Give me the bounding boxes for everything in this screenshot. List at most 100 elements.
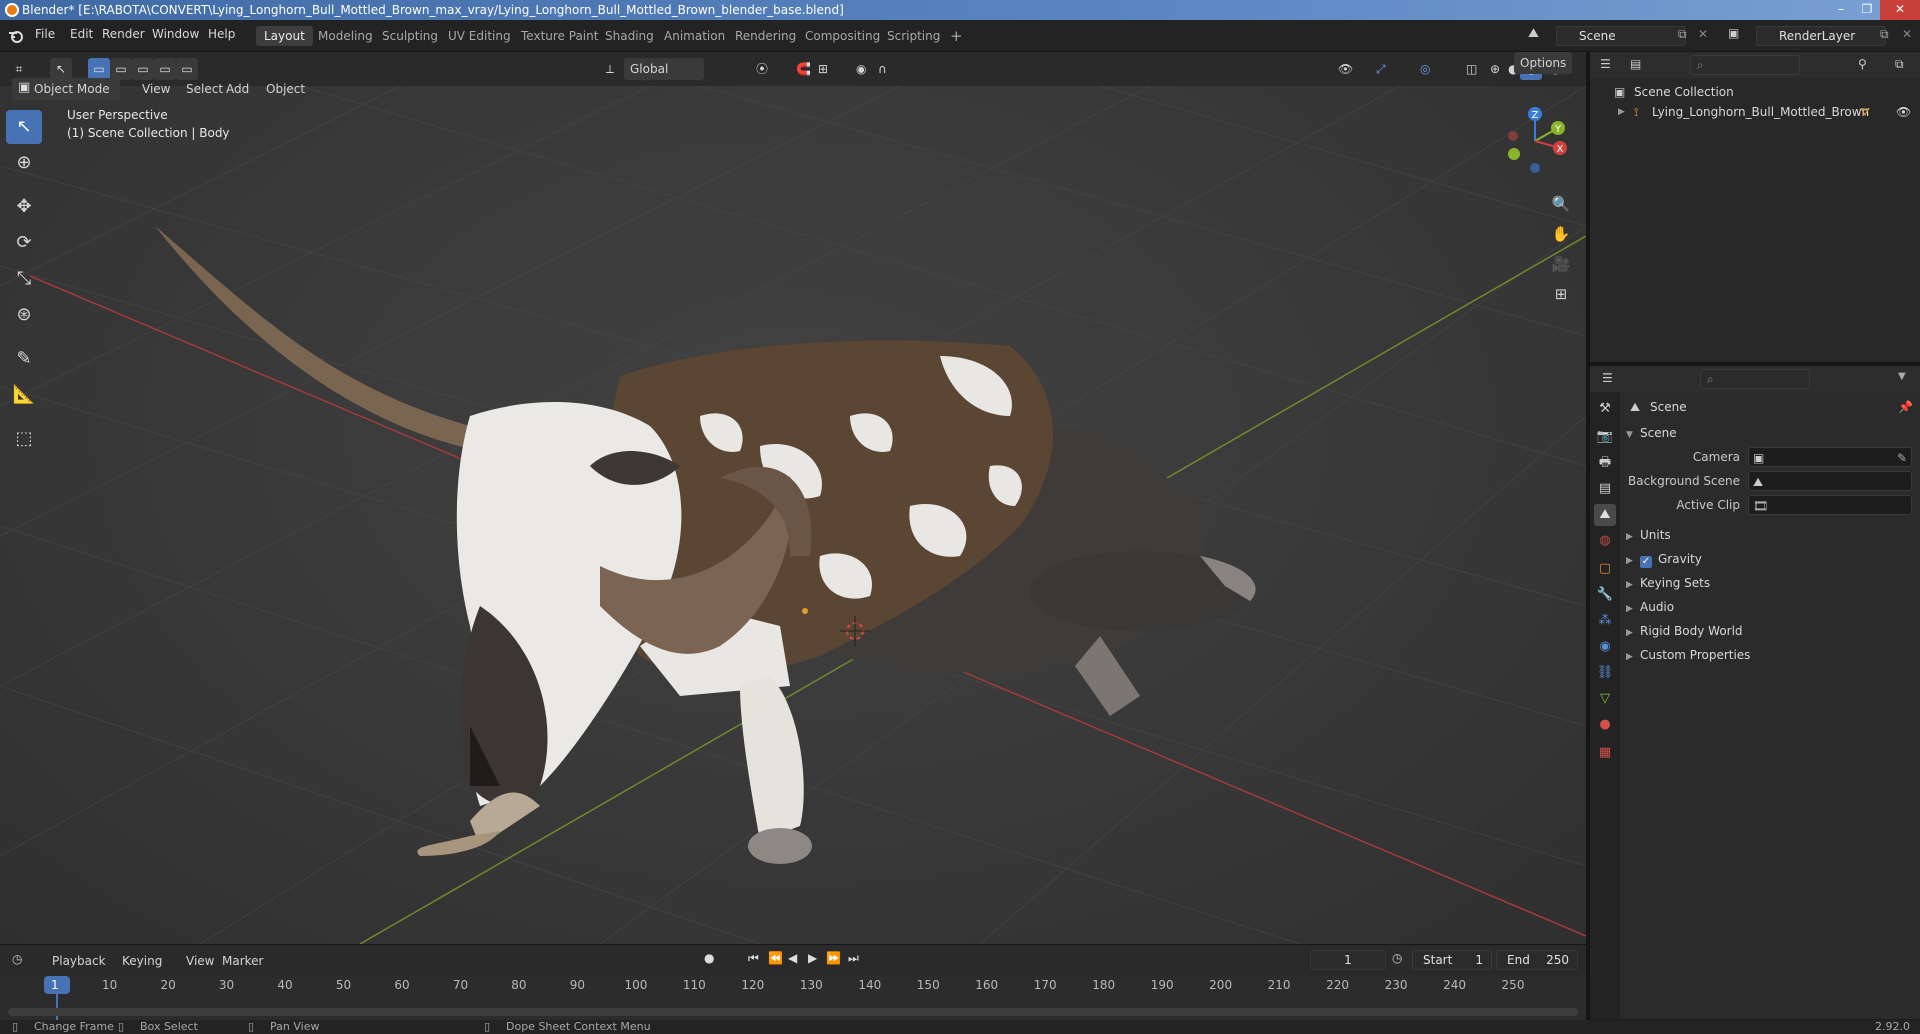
view-layer-tab-icon[interactable]: ▤ [1594,478,1616,500]
snap-target-icon[interactable]: ⊞ [812,58,834,80]
play-icon[interactable]: ▶ [808,951,817,965]
select-box-subtract-icon[interactable]: ▭ [132,58,154,80]
delete-scene-icon[interactable]: ✕ [1698,27,1708,41]
select-tool-icon[interactable]: ↖ [6,110,42,144]
world-tab-icon[interactable]: ◍ [1594,530,1616,552]
gravity-panel-header[interactable]: ▶ ✓ Gravity [1626,548,1916,570]
timeline-menu-keying[interactable]: Keying [116,950,168,972]
new-view-layer-icon[interactable]: ⧉ [1880,27,1889,42]
rotate-tool-icon[interactable]: ⟳ [6,226,42,260]
outliner-display-mode-icon[interactable]: ▤ [1630,57,1641,71]
pin-icon[interactable]: 📌 [1898,396,1913,418]
expand-arrow-icon[interactable]: ▶ [1618,102,1625,122]
preview-range-icon[interactable]: ◷ [1392,951,1402,965]
current-frame-field[interactable]: 1 [1310,950,1386,970]
end-frame-field[interactable]: End 250 [1496,950,1578,970]
scale-tool-icon[interactable]: ⤡ [6,262,42,296]
add-cube-tool-icon[interactable]: ⬚ [6,422,42,456]
keying-sets-panel-header[interactable]: ▶ Keying Sets [1626,572,1916,594]
rigid-body-world-panel-header[interactable]: ▶ Rigid Body World [1626,620,1916,642]
transform-tool-icon[interactable]: ⊛ [6,298,42,332]
play-reverse-icon[interactable]: ◀ [788,951,797,965]
tab-animation[interactable]: Animation [656,26,733,46]
timeline-scrollbar[interactable] [8,1008,1578,1016]
close-button[interactable]: ✕ [1880,0,1920,20]
frame-ruler[interactable]: 10 20 30 40 50 60 70 80 90 100 110 120 130 140 150 160 1… [0,976,1586,998]
modifiers-tab-icon[interactable]: 🔧 [1594,584,1616,606]
editor-type-icon[interactable]: ⌗ [8,58,30,80]
record-button-icon[interactable]: ● [704,951,714,965]
data-tab-icon[interactable]: ▽ [1594,688,1616,710]
custom-properties-panel-header[interactable]: ▶ Custom Properties [1626,644,1916,666]
longhorn-bull-model[interactable] [155,226,1256,864]
blender-menu-icon[interactable] [8,28,24,44]
pivot-point-icon[interactable]: ⦿ [750,58,774,80]
ortho-grid-icon[interactable]: ⊞ [1547,280,1575,308]
particles-tab-icon[interactable]: ⁂ [1594,610,1616,632]
render-tab-icon[interactable]: 📷 [1594,426,1616,448]
menu-render[interactable]: Render [102,27,145,41]
proportional-falloff-icon[interactable]: ∩ [872,58,893,80]
viewport-menu-object[interactable]: Object [260,78,311,100]
proportional-edit-icon[interactable]: ◉ [850,58,872,80]
tab-uv-editing[interactable]: UV Editing [440,26,519,46]
outliner-search-input[interactable]: ⌕ [1690,55,1800,75]
background-scene-field[interactable]: ⛰ [1748,471,1912,491]
new-scene-icon[interactable]: ⧉ [1678,27,1687,42]
units-panel-header[interactable]: ▶ Units [1626,524,1916,546]
transform-orientation-dropdown[interactable]: Global [624,58,704,80]
select-box-new-icon[interactable]: ▭ [88,58,110,80]
tab-modeling[interactable]: Modeling [310,26,381,46]
3d-viewport[interactable]: ↖ ⊕ ✥ ⟳ ⤡ ⊛ ✎ 📐 ⬚ User Perspective (1) S… [0,86,1586,944]
timeline[interactable]: 10 20 30 40 50 60 70 80 90 100 110 120 130 140 150 160 1… [0,976,1586,1022]
measure-tool-icon[interactable]: 📐 [6,378,42,412]
start-frame-field[interactable]: Start 1 [1412,950,1492,970]
timeline-menu-view[interactable]: View [180,950,220,972]
texture-tab-icon[interactable]: ▦ [1594,742,1616,764]
tab-layout[interactable]: Layout [256,26,313,46]
viewport-menu-view[interactable]: View [136,78,176,100]
scene-icon[interactable]: ⛰ [1528,26,1539,41]
jump-start-icon[interactable]: ⏮ [748,951,759,966]
menu-window[interactable]: Window [152,27,199,41]
visibility-icon[interactable]: 👁 [1332,58,1359,80]
view-layer-selector[interactable]: RenderLayer [1756,26,1886,46]
scene-panel-header[interactable]: ▼ Scene [1626,422,1916,444]
menu-help[interactable]: Help [208,27,235,41]
object-tab-icon[interactable]: ▢ [1594,558,1616,580]
outliner-filter-icon[interactable]: ⚲ [1858,57,1867,71]
zoom-icon[interactable]: 🔍 [1547,190,1575,218]
viewport-menu-add[interactable]: Add [220,78,255,100]
annotate-tool-icon[interactable]: ✎ [6,342,42,376]
new-collection-icon[interactable]: ⧉ [1895,57,1904,72]
options-dropdown[interactable]: Options [1514,52,1573,74]
active-clip-field[interactable]: 🎞 [1748,495,1912,515]
gravity-checkbox[interactable]: ✓ [1640,556,1652,568]
pan-hand-icon[interactable]: ✋ [1547,220,1575,248]
jump-keyframe-forward-icon[interactable]: ⏩ [826,951,841,965]
timeline-menu-playback[interactable]: Playback [46,950,112,972]
jump-end-icon[interactable]: ⏭ [848,951,859,966]
physics-tab-icon[interactable]: ◉ [1594,636,1616,658]
output-tab-icon[interactable]: 🖶 [1594,452,1616,474]
outliner-editor-type-icon[interactable]: ☰ [1600,57,1611,71]
properties-dropdown-icon[interactable]: ▼ [1898,371,1906,382]
tab-sculpting[interactable]: Sculpting [374,26,446,46]
properties-editor-type-icon[interactable]: ☰ [1602,371,1613,385]
constraints-tab-icon[interactable]: ⛓ [1594,662,1616,684]
xray-toggle-icon[interactable]: ◫ [1460,58,1483,80]
minimize-button[interactable]: – [1828,0,1854,20]
timeline-editor-type-icon[interactable]: ◷ [12,952,22,966]
select-box-invert-icon[interactable]: ▭ [154,58,176,80]
maximize-button[interactable]: ❐ [1854,0,1880,20]
overlay-toggle-icon[interactable]: ◎ [1414,58,1436,80]
camera-field[interactable]: ▣ ✎ [1748,447,1912,467]
select-box-extend-icon[interactable]: ▭ [110,58,132,80]
transform-orientation-icon[interactable]: ⟂ [600,58,620,80]
camera-view-icon[interactable]: 🎥 [1547,250,1575,278]
select-mode-icon[interactable]: ↖ [50,58,72,80]
tab-rendering[interactable]: Rendering [727,26,804,46]
add-workspace-button[interactable]: + [942,26,971,46]
outliner-row-object[interactable]: ▶ ⟟ Lying_Longhorn_Bull_Mottled_Brown ⛛ … [1590,102,1920,122]
visibility-eye-icon[interactable]: 👁 [1896,102,1911,122]
